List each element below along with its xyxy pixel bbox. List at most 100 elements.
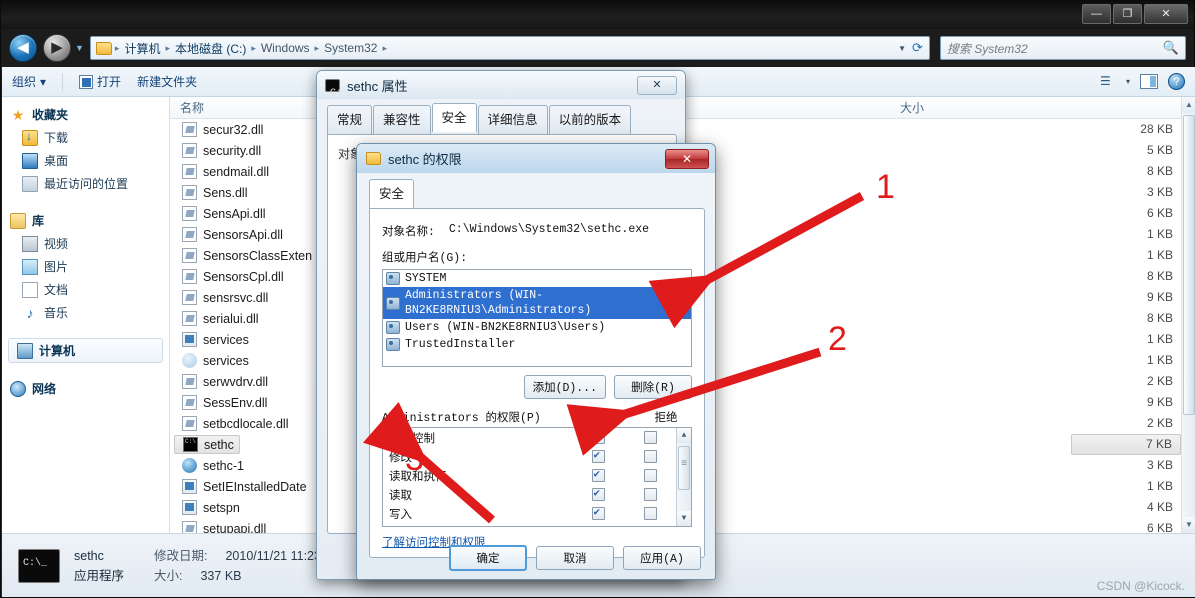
file-name: services: [203, 332, 249, 347]
network-icon: [10, 380, 26, 397]
nav-group-favorites[interactable]: ★ 收藏夹: [2, 103, 169, 126]
scroll-up-icon[interactable]: ▲: [677, 428, 691, 443]
sidebar-item-music[interactable]: ♪ 音乐: [2, 301, 169, 324]
status-size-label: 大小:: [154, 568, 183, 583]
chevron-down-icon[interactable]: ▾: [1126, 77, 1130, 86]
nav-group-libraries[interactable]: 库: [2, 209, 169, 232]
tab-security[interactable]: 安全: [369, 179, 415, 208]
file-name: SetIEInstalledDate: [203, 479, 307, 494]
file-size: 2 KB: [1146, 374, 1173, 388]
deny-checkbox[interactable]: [643, 431, 657, 444]
breadcrumb-system32[interactable]: System32: [320, 41, 381, 55]
sidebar-item-computer[interactable]: 计算机: [8, 338, 163, 363]
close-button[interactable]: ✕: [1144, 4, 1188, 24]
list-item[interactable]: Users (WIN-BN2KE8RNIU3\Users): [383, 319, 691, 336]
deny-cell[interactable]: [624, 431, 676, 444]
sidebar-item-label: 最近访问的位置: [44, 177, 129, 191]
new-folder-button[interactable]: 新建文件夹: [137, 73, 197, 90]
close-icon[interactable]: ✕: [665, 148, 709, 169]
breadcrumb-local-disk[interactable]: 本地磁盘 (C:): [171, 40, 250, 57]
deny-checkbox[interactable]: [643, 469, 657, 482]
allow-cell[interactable]: [572, 448, 624, 463]
search-input[interactable]: 搜索 System32 🔍: [939, 36, 1186, 60]
deny-checkbox[interactable]: [643, 507, 657, 520]
file-name: security.dll: [203, 143, 262, 158]
minimize-button[interactable]: —: [1082, 4, 1111, 24]
sidebar-item-pictures[interactable]: 图片: [2, 255, 169, 278]
sidebar-item-network[interactable]: 网络: [2, 377, 169, 400]
allow-checkbox[interactable]: [591, 505, 605, 520]
deny-cell[interactable]: [624, 507, 676, 520]
refresh-icon[interactable]: ⟳: [912, 40, 923, 56]
window-controls: — ❐ ✕: [1082, 4, 1188, 24]
open-button[interactable]: 打开: [79, 73, 121, 90]
cancel-button[interactable]: 取消: [536, 546, 614, 570]
allow-cell[interactable]: [572, 505, 624, 520]
star-icon: ★: [11, 106, 25, 123]
allow-checkbox[interactable]: [591, 486, 605, 501]
allow-cell[interactable]: [572, 429, 624, 444]
allow-checkbox[interactable]: [591, 448, 605, 463]
dll-icon: [182, 227, 197, 242]
allow-checkbox[interactable]: [591, 429, 605, 444]
view-options-icon[interactable]: ☰: [1100, 75, 1116, 88]
sidebar-item-downloads[interactable]: 下载: [2, 126, 169, 149]
status-modified-label: 修改日期:: [154, 548, 208, 563]
address-dropdown-icon[interactable]: ▼: [898, 44, 906, 53]
file-name: Sens.dll: [203, 185, 248, 200]
deny-cell[interactable]: [624, 488, 676, 501]
tab-security[interactable]: 安全: [431, 103, 477, 132]
tab-general[interactable]: 常规: [327, 105, 373, 134]
scroll-down-icon[interactable]: ▼: [1182, 517, 1195, 533]
scroll-down-icon[interactable]: ▼: [677, 511, 691, 526]
maximize-button[interactable]: ❐: [1113, 4, 1142, 24]
list-item[interactable]: Administrators (WIN-BN2KE8RNIU3\Administ…: [383, 287, 691, 319]
user-name: Users (WIN-BN2KE8RNIU3\Users): [405, 321, 606, 334]
list-item[interactable]: TrustedInstaller: [383, 336, 691, 353]
help-icon[interactable]: ?: [1168, 73, 1185, 90]
preview-pane-icon[interactable]: [1140, 74, 1158, 89]
back-button[interactable]: ◀: [9, 34, 37, 62]
allow-checkbox[interactable]: [591, 467, 605, 482]
forward-button[interactable]: ▶: [43, 34, 71, 62]
deny-cell[interactable]: [624, 450, 676, 463]
apply-button[interactable]: 应用(A): [623, 546, 701, 570]
deny-checkbox[interactable]: [643, 450, 657, 463]
file-name: sethc: [204, 437, 234, 452]
permissions-scrollbar[interactable]: ▲ ▼: [676, 428, 691, 526]
sidebar-item-documents[interactable]: 文档: [2, 278, 169, 301]
history-dropdown-icon[interactable]: ▼: [75, 43, 84, 53]
permissions-title: Administrators 的权限(P): [382, 412, 541, 425]
breadcrumb-computer[interactable]: 计算机: [120, 40, 164, 57]
user-group-icon: [386, 321, 400, 334]
scroll-up-icon[interactable]: ▲: [1182, 97, 1195, 113]
deny-checkbox[interactable]: [643, 488, 657, 501]
add-button[interactable]: 添加(D)...: [523, 375, 606, 399]
tab-details[interactable]: 详细信息: [477, 105, 548, 134]
list-item[interactable]: SYSTEM: [383, 270, 691, 287]
allow-cell[interactable]: [572, 467, 624, 482]
sidebar-item-videos[interactable]: 视频: [2, 232, 169, 255]
deny-cell[interactable]: [624, 469, 676, 482]
sidebar-item-desktop[interactable]: 桌面: [2, 149, 169, 172]
sidebar-item-recent-places[interactable]: 最近访问的位置: [2, 172, 169, 195]
navigation-pane: ★ 收藏夹 下载 桌面 最近访问的位置 库: [2, 97, 170, 533]
ok-button[interactable]: 确定: [449, 545, 527, 571]
remove-button[interactable]: 删除(R): [614, 375, 692, 399]
search-icon[interactable]: 🔍: [1163, 40, 1179, 56]
address-bar[interactable]: ▸ 计算机 ▸ 本地磁盘 (C:) ▸ Windows ▸ System32 ▸…: [89, 36, 930, 60]
computer-icon: [17, 342, 33, 359]
allow-cell[interactable]: [572, 486, 624, 501]
app-icon: [182, 500, 197, 515]
scrollbar-thumb[interactable]: [1183, 115, 1195, 415]
tab-compatibility[interactable]: 兼容性: [373, 105, 431, 134]
column-header-size[interactable]: 大小: [900, 99, 1020, 116]
tab-previous-versions[interactable]: 以前的版本: [548, 105, 632, 134]
breadcrumb-windows[interactable]: Windows: [257, 41, 314, 55]
file-list-scrollbar[interactable]: ▲ ▼: [1181, 97, 1195, 533]
organize-button[interactable]: 组织 ▾: [12, 73, 46, 90]
scrollbar-thumb[interactable]: [678, 446, 690, 490]
close-icon[interactable]: ✕: [637, 75, 677, 95]
group-user-list[interactable]: SYSTEM Administrators (WIN-BN2KE8RNIU3\Ad…: [382, 269, 692, 367]
file-size: 9 KB: [1146, 395, 1173, 409]
